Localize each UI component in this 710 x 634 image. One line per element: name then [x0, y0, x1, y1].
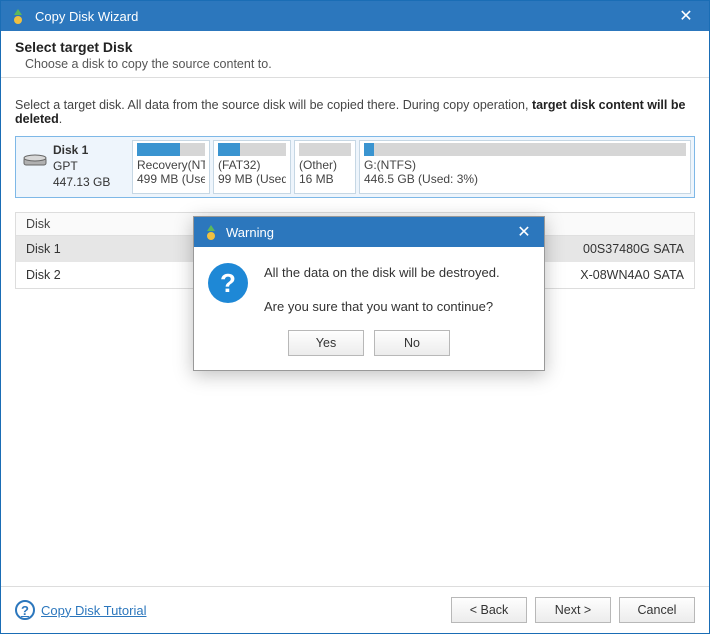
app-icon [202, 223, 220, 241]
partition-size: 99 MB (Used: 33%) [218, 172, 286, 186]
yes-button[interactable]: Yes [288, 330, 364, 356]
partition-fat32[interactable]: (FAT32) 99 MB (Used: 33%) [213, 140, 291, 194]
cancel-button[interactable]: Cancel [619, 597, 695, 623]
partition-other[interactable]: (Other) 16 MB [294, 140, 356, 194]
help-link[interactable]: ? Copy Disk Tutorial [15, 600, 146, 620]
instruction-text: Select a target disk. All data from the … [15, 98, 695, 126]
partition-label: (Other) [299, 158, 351, 172]
disk-size: 447.13 GB [53, 174, 110, 190]
titlebar: Copy Disk Wizard ✕ [1, 1, 709, 31]
partition-recovery[interactable]: Recovery(NTFS) 499 MB (Used: 63%) [132, 140, 210, 194]
partition-size: 499 MB (Used: 63%) [137, 172, 205, 186]
warning-dialog: Warning ✕ ? All the data on the disk wil… [193, 216, 545, 371]
help-icon: ? [15, 600, 35, 620]
disk-icon [23, 154, 47, 171]
dialog-message-line1: All the data on the disk will be destroy… [264, 263, 500, 283]
wizard-window: Copy Disk Wizard ✕ Select target Disk Ch… [0, 0, 710, 634]
partition-label: G:(NTFS) [364, 158, 686, 172]
disk-info: Disk 1 GPT 447.13 GB [19, 140, 129, 194]
question-icon: ? [208, 263, 248, 303]
dialog-title: Warning [226, 225, 512, 240]
partition-g[interactable]: G:(NTFS) 446.5 GB (Used: 3%) [359, 140, 691, 194]
partition-label: (FAT32) [218, 158, 286, 172]
back-button[interactable]: < Back [451, 597, 527, 623]
page-subtitle: Choose a disk to copy the source content… [25, 57, 695, 71]
partition-size: 446.5 GB (Used: 3%) [364, 172, 686, 186]
window-close-icon[interactable]: ✕ [671, 6, 701, 26]
instruction-prefix: Select a target disk. All data from the … [15, 98, 532, 112]
partition-label: Recovery(NTFS) [137, 158, 205, 172]
partition-size: 16 MB [299, 172, 351, 186]
dialog-titlebar: Warning ✕ [194, 217, 544, 247]
app-icon [9, 7, 27, 25]
page-title: Select target Disk [15, 39, 695, 55]
next-button[interactable]: Next > [535, 597, 611, 623]
dialog-close-icon[interactable]: ✕ [512, 222, 536, 242]
help-label: Copy Disk Tutorial [41, 603, 146, 618]
wizard-footer: ? Copy Disk Tutorial < Back Next > Cance… [1, 586, 709, 633]
no-button[interactable]: No [374, 330, 450, 356]
disk-name: Disk 1 [53, 142, 110, 158]
selected-disk-panel[interactable]: Disk 1 GPT 447.13 GB Recovery(NTFS) 499 … [15, 136, 695, 198]
dialog-message-line2: Are you sure that you want to continue? [264, 297, 500, 317]
window-title: Copy Disk Wizard [35, 9, 671, 24]
disk-type: GPT [53, 158, 110, 174]
wizard-header: Select target Disk Choose a disk to copy… [1, 31, 709, 78]
